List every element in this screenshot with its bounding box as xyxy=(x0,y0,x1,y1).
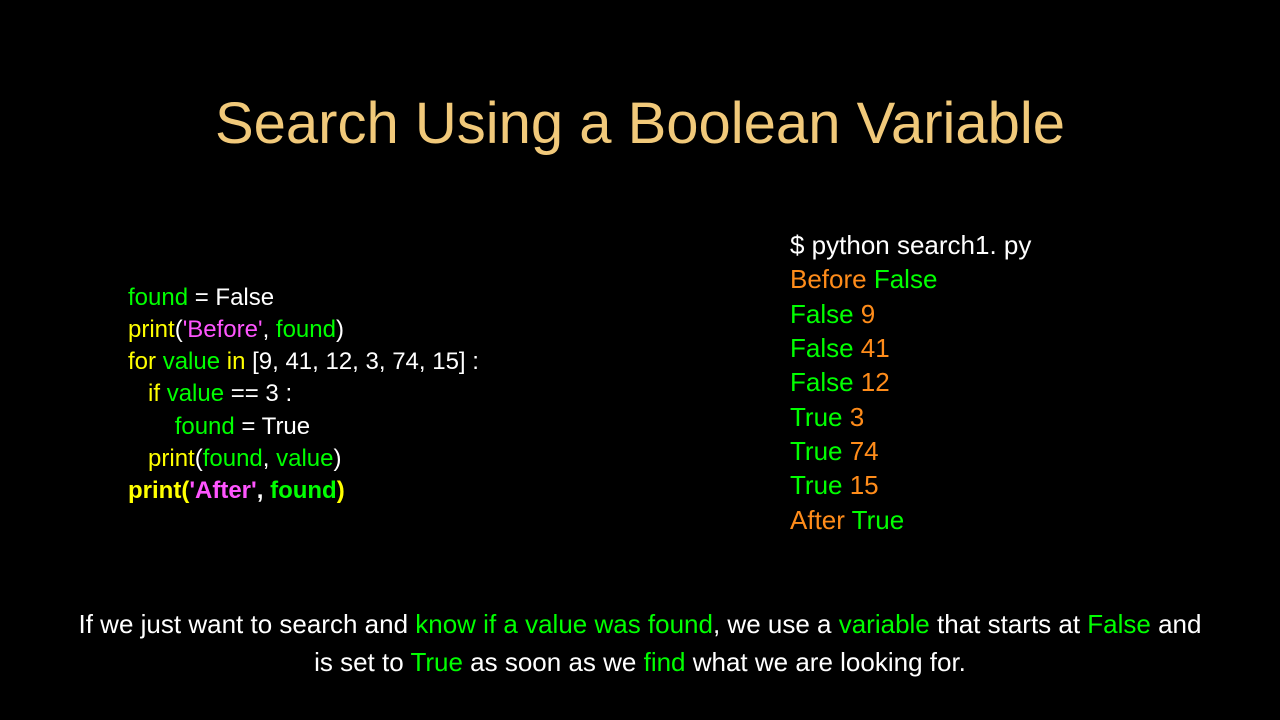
code-token xyxy=(128,380,148,407)
code-token: 'After' xyxy=(189,477,256,504)
code-token: = True xyxy=(235,413,310,440)
caption-text: True xyxy=(410,647,463,677)
code-token xyxy=(128,445,148,472)
caption-text: that starts at xyxy=(930,609,1088,639)
output-line: False xyxy=(867,264,938,294)
caption-text: , we use a xyxy=(713,609,839,639)
code-token: ) xyxy=(336,316,344,343)
caption-text: what we are looking for. xyxy=(686,647,966,677)
output-line: $ python search1. py xyxy=(790,230,1031,260)
output-line: 41 xyxy=(854,333,890,363)
code-token: if xyxy=(148,380,160,407)
slide: Search Using a Boolean Variable found = … xyxy=(0,0,1280,720)
code-token: found xyxy=(203,445,263,472)
caption-text: If we just want to search and xyxy=(79,609,416,639)
output-line: False xyxy=(790,367,854,397)
code-token xyxy=(160,380,167,407)
code-token xyxy=(128,413,175,440)
output-line: True xyxy=(790,402,843,432)
code-token: found xyxy=(276,316,336,343)
output-line: 12 xyxy=(854,367,890,397)
output-line: 74 xyxy=(843,436,879,466)
code-token: [9, 41, 12, 3, 74, 15] : xyxy=(245,348,479,375)
code-token: , xyxy=(263,316,276,343)
code-token: ) xyxy=(333,445,341,472)
caption-text: find xyxy=(644,647,686,677)
output-line: True xyxy=(790,436,843,466)
code-token: value xyxy=(276,445,333,472)
code-token: value xyxy=(167,380,224,407)
code-token: value xyxy=(163,348,220,375)
caption: If we just want to search and know if a … xyxy=(70,606,1210,681)
code-token: found xyxy=(175,413,235,440)
output-block: $ python search1. py Before False False … xyxy=(790,228,1031,537)
code-token: print xyxy=(148,445,195,472)
output-line: Before xyxy=(790,264,867,294)
code-token: ) xyxy=(337,477,345,504)
output-line: True xyxy=(845,505,904,535)
output-line: 15 xyxy=(843,470,879,500)
output-line: True xyxy=(790,470,843,500)
code-token: print( xyxy=(128,477,189,504)
code-token: = False xyxy=(188,284,274,311)
output-line: False xyxy=(790,333,854,363)
output-line: 9 xyxy=(854,299,876,329)
code-token: found xyxy=(128,284,188,311)
caption-text: as soon as we xyxy=(463,647,644,677)
code-token: , xyxy=(263,445,276,472)
slide-title: Search Using a Boolean Variable xyxy=(0,90,1280,157)
code-token xyxy=(156,348,163,375)
caption-text: know if a value was found xyxy=(415,609,713,639)
code-token: == 3 : xyxy=(224,380,292,407)
code-token: 'Before' xyxy=(183,316,263,343)
code-block: found = False print('Before', found) for… xyxy=(128,282,479,507)
caption-text: variable xyxy=(839,609,930,639)
code-token: ( xyxy=(175,316,183,343)
code-token xyxy=(220,348,227,375)
output-line: After xyxy=(790,505,845,535)
code-token: , xyxy=(257,477,270,504)
code-token: print xyxy=(128,316,175,343)
code-token: for xyxy=(128,348,156,375)
output-line: 3 xyxy=(843,402,865,432)
code-token: ( xyxy=(195,445,203,472)
output-line: False xyxy=(790,299,854,329)
code-token: found xyxy=(270,477,337,504)
code-token: in xyxy=(227,348,246,375)
caption-text: False xyxy=(1087,609,1151,639)
